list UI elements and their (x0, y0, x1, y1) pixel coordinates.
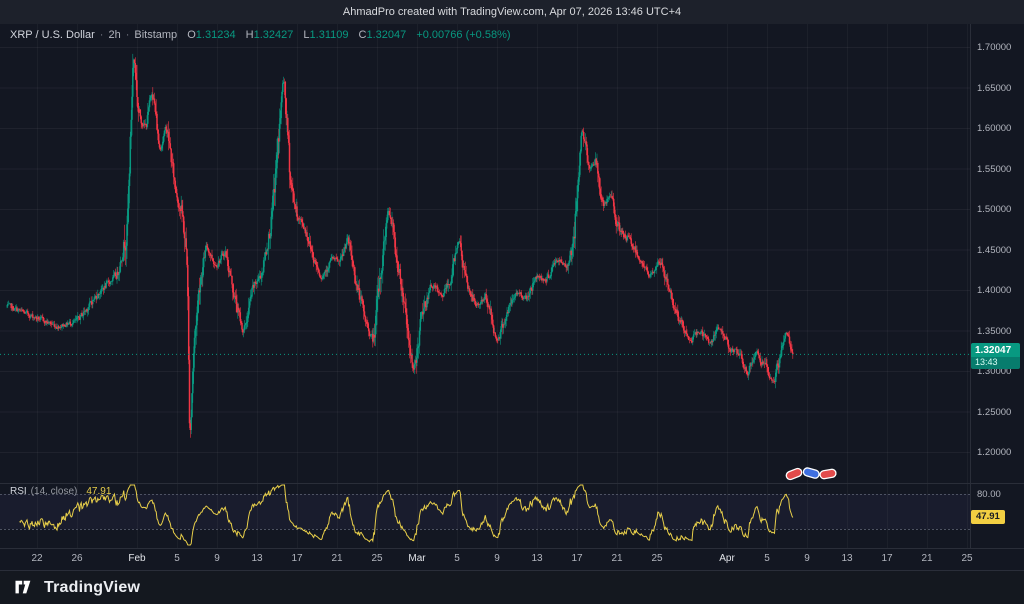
time-axis-label: 25 (371, 553, 383, 564)
time-axis[interactable]: 22 26 Feb 5 9 13 17 21 25 Mar 5 9 13 17 21 25 Apr 5 9 13 17 2… (0, 548, 1024, 570)
time-axis-label: 17 (881, 553, 893, 564)
time-axis-label: 5 (764, 553, 770, 564)
time-axis-label: 21 (331, 553, 343, 564)
interval-label[interactable]: 2h (108, 29, 120, 41)
time-axis-label: 26 (71, 553, 83, 564)
price-axis-label: 1.25000 (977, 406, 1012, 418)
time-axis-label: 9 (494, 553, 500, 564)
time-axis-label: 9 (804, 553, 810, 564)
price-axis-label: 1.60000 (977, 123, 1012, 134)
change-value: +0.00766 (+0.58%) (416, 29, 511, 41)
price-axis-label: 1.50000 (977, 204, 1012, 215)
price-axis-label: 1.35000 (977, 325, 1012, 337)
time-axis-label: 5 (454, 553, 460, 564)
time-axis-label: Feb (128, 553, 146, 564)
time-axis-label: 13 (251, 553, 263, 564)
pill-sticker-2 (802, 467, 820, 479)
attribution-text: AhmadPro created with TradingView.com, A… (342, 6, 682, 18)
chart-canvas[interactable] (0, 0, 1024, 604)
symbol-title[interactable]: XRP / U.S. Dollar (10, 29, 95, 41)
legend-separator: · (99, 29, 104, 41)
ohlc-low-value: 1.31109 (309, 29, 349, 41)
ohlc-open-value: 1.31234 (195, 29, 236, 41)
rsi-value: 47.91 (86, 486, 112, 497)
rsi-params: (14, close) (30, 486, 78, 497)
time-axis-label: 25 (961, 553, 973, 564)
time-axis-label: 9 (214, 553, 220, 564)
pill-sticker-icons[interactable] (784, 464, 838, 484)
ohlc-close-value: 1.32047 (366, 29, 407, 41)
pill-sticker-1 (785, 467, 803, 481)
time-axis-label: Mar (408, 553, 426, 564)
bar-countdown-timer: 13:43 (971, 357, 1020, 369)
time-axis-label: 5 (174, 553, 180, 564)
tradingview-logo-icon[interactable] (14, 577, 35, 598)
symbol-legend[interactable]: XRP / U.S. Dollar · 2h · Bitstamp O1.31234 H… (10, 29, 511, 41)
tradingview-chart-page: AhmadPro created with TradingView.com, A… (0, 0, 1024, 604)
rsi-title[interactable]: RSI (10, 486, 27, 497)
time-axis-label: 25 (651, 553, 663, 564)
time-axis-label: 22 (31, 553, 43, 564)
ohlc-open-label: O (187, 29, 196, 41)
rsi-legend[interactable]: RSI (14, close) 47.91 (10, 486, 111, 497)
price-axis-label: 1.40000 (977, 285, 1012, 296)
ohlc-high-label: H (245, 29, 254, 41)
chart-sticker-group[interactable] (784, 464, 838, 489)
ohlc-values: O1.31234 H1.32427 L1.31109 C1.32047 +0.0… (180, 29, 510, 41)
time-axis-label: 21 (921, 553, 933, 564)
time-axis-label: 17 (291, 553, 303, 564)
price-axis-label: 1.70000 (977, 42, 1012, 53)
price-axis-label: 1.55000 (977, 163, 1012, 175)
exchange-label: Bitstamp (134, 29, 178, 41)
last-price-badge: 1.32047 13:43 (971, 343, 1020, 369)
tradingview-wordmark[interactable]: TradingView (44, 579, 140, 597)
last-price-value: 1.32047 (971, 343, 1020, 357)
price-axis-label: 1.45000 (977, 244, 1012, 256)
price-axis[interactable]: 1.70000 1.65000 1.60000 1.55000 1.50000 1.450… (970, 24, 1024, 548)
time-axis-label: 13 (841, 553, 853, 564)
rsi-value-badge: 47.91 (971, 510, 1005, 524)
legend-separator: · (125, 29, 130, 41)
ohlc-high-value: 1.32427 (253, 29, 294, 41)
footer-bar: TradingView (0, 570, 1024, 604)
ohlc-close-label: C (358, 29, 367, 41)
price-axis-label: 1.65000 (977, 82, 1012, 94)
time-axis-label: 13 (531, 553, 543, 564)
time-axis-label: 17 (571, 553, 583, 564)
pill-sticker-3 (819, 468, 837, 480)
rsi-upper-band-label: 80.00 (977, 489, 1001, 500)
time-axis-label: Apr (719, 553, 735, 564)
price-axis-label: 1.20000 (977, 447, 1012, 458)
time-axis-label: 21 (611, 553, 623, 564)
attribution-bar: AhmadPro created with TradingView.com, A… (0, 0, 1024, 24)
